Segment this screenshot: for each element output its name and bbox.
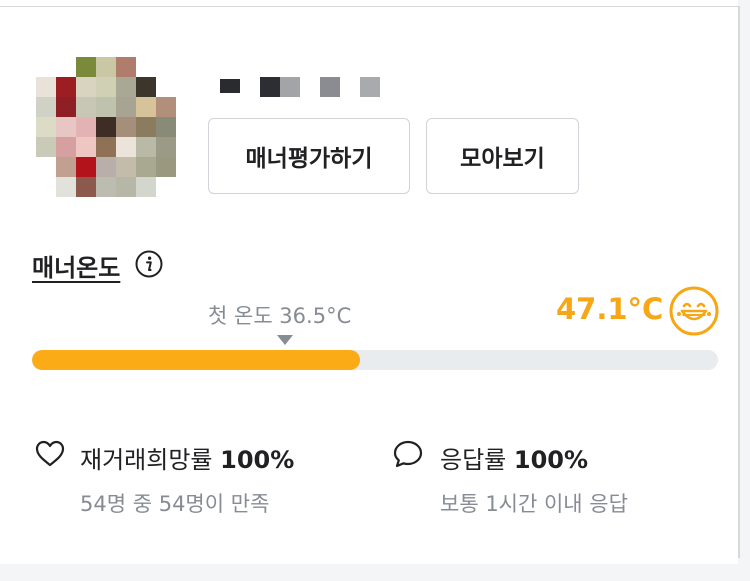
rebuy-rate-value: 100%: [220, 446, 295, 474]
rate-manner-button[interactable]: 매너평가하기: [208, 118, 410, 194]
chat-bubble-icon: [392, 438, 424, 470]
avatar-pixel: [96, 137, 116, 157]
avatar-pixel: [116, 157, 136, 177]
avatar-pixel: [96, 57, 116, 77]
avatar-pixel: [76, 57, 96, 77]
avatar-pixel: [96, 117, 116, 137]
avatar-pixel: [156, 157, 176, 177]
avatar-pixel: [116, 117, 136, 137]
avatar-pixel: [36, 57, 56, 77]
avatar-pixel: [56, 97, 76, 117]
page-background: [0, 564, 750, 581]
avatar-pixel: [76, 97, 96, 117]
profile-card: 매너평가하기 모아보기 매너온도 첫 온도 36.5°C 47.1°C 재거래희…: [0, 0, 740, 564]
avatar-pixel: [56, 57, 76, 77]
avatar-pixel: [136, 57, 156, 77]
manner-temperature-link[interactable]: 매너온도: [32, 248, 120, 283]
avatar[interactable]: [32, 57, 180, 197]
response-rate-label: 응답률 100%: [440, 446, 589, 474]
avatar-pixel: [156, 57, 176, 77]
avatar-pixel: [156, 97, 176, 117]
response-rate-value: 100%: [513, 446, 589, 474]
avatar-pixel: [96, 77, 116, 97]
rebuy-rate-detail: 54명 중 54명이 만족: [80, 492, 270, 516]
temperature-value: 47.1°C: [556, 292, 664, 326]
avatar-pixel: [36, 77, 56, 97]
avatar-pixel: [56, 177, 76, 197]
avatar-pixel: [136, 177, 156, 197]
avatar-pixel: [156, 177, 176, 197]
avatar-pixel: [76, 117, 96, 137]
view-all-button[interactable]: 모아보기: [426, 118, 579, 194]
avatar-pixel: [136, 97, 156, 117]
avatar-pixel: [36, 137, 56, 157]
avatar-pixel: [96, 157, 116, 177]
avatar-pixel: [76, 177, 96, 197]
first-temperature-label: 첫 온도 36.5°C: [208, 304, 352, 328]
avatar-pixel: [56, 77, 76, 97]
rebuy-rate-label: 재거래희망률 100%: [80, 446, 295, 474]
temperature-bar: [32, 350, 718, 370]
avatar-pixel: [116, 177, 136, 197]
avatar-pixel: [136, 117, 156, 137]
avatar-pixel: [116, 137, 136, 157]
avatar-pixel: [76, 157, 96, 177]
avatar-pixel: [96, 97, 116, 117]
avatar-pixel: [156, 137, 176, 157]
first-temperature-pointer: [277, 335, 293, 345]
temperature-bar-fill: [32, 350, 360, 370]
avatar-pixel: [56, 137, 76, 157]
avatar-pixel: [116, 57, 136, 77]
smiling-face-icon: [668, 285, 720, 337]
info-icon[interactable]: [135, 250, 163, 278]
response-rate-detail: 보통 1시간 이내 응답: [440, 492, 628, 516]
avatar-pixel: [36, 177, 56, 197]
divider: [738, 6, 740, 558]
divider: [0, 6, 738, 7]
avatar-pixel: [36, 117, 56, 137]
avatar-pixel: [156, 77, 176, 97]
avatar-pixel: [76, 77, 96, 97]
avatar-pixel: [56, 117, 76, 137]
avatar-pixel: [116, 77, 136, 97]
avatar-pixel: [96, 177, 116, 197]
avatar-pixel: [136, 157, 156, 177]
avatar-pixel: [36, 157, 56, 177]
avatar-pixel: [36, 97, 56, 117]
avatar-pixel: [56, 157, 76, 177]
avatar-pixel: [116, 97, 136, 117]
avatar-pixel: [136, 77, 156, 97]
heart-outline-icon: [34, 438, 66, 470]
avatar-pixel: [156, 117, 176, 137]
avatar-pixel: [76, 137, 96, 157]
avatar-pixel: [136, 137, 156, 157]
